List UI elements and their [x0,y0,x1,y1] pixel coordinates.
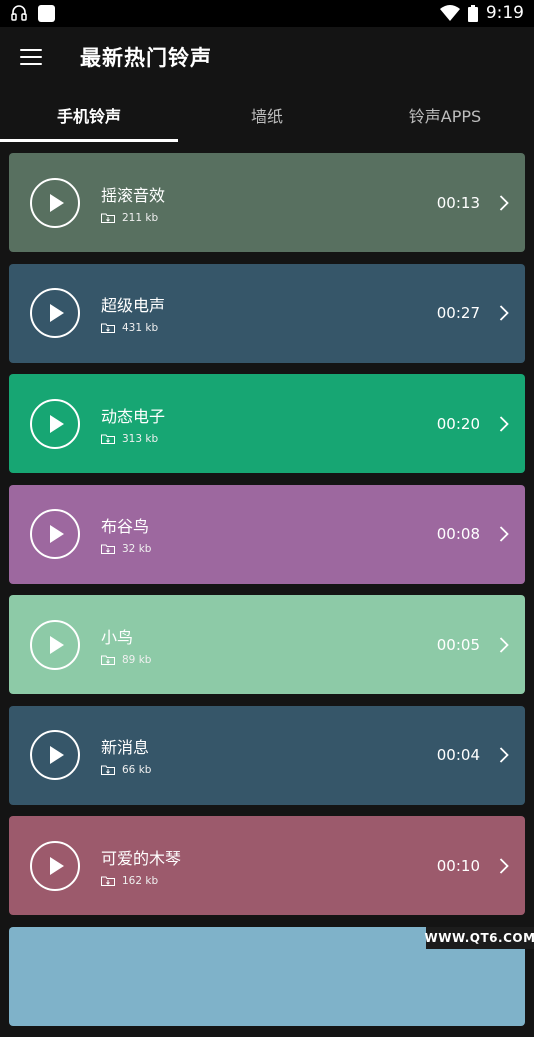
ringtone-item[interactable]: 摇滚音效 211 kb 00:13 [9,153,525,252]
tab-bar: 手机铃声 墙纸 铃声APPS [0,87,534,142]
chevron-right-icon[interactable] [499,305,509,321]
play-icon[interactable] [30,619,80,670]
ringtone-info: 动态电子 313 kb [101,403,165,445]
ringtone-duration: 00:20 [436,414,480,433]
ringtone-item[interactable]: 新消息 66 kb 00:04 [9,705,525,805]
ringtone-name: 布谷鸟 [101,517,150,536]
chevron-right-icon[interactable] [499,636,509,653]
folder-icon [101,434,115,444]
ringtone-name: 可爱的木琴 [101,848,182,868]
ringtone-info: 超级电声 431 kb [101,292,165,334]
ringtone-size: 66 kb [101,764,151,776]
battery-icon [467,4,478,22]
ringtone-name: 小鸟 [101,627,134,647]
ringtone-item[interactable]: 超级电声 431 kb 00:27 [9,263,525,363]
play-icon[interactable] [30,730,80,780]
tab-ringtones[interactable]: 手机铃声 [0,87,178,142]
chevron-right-icon[interactable] [499,194,509,211]
watermark: WWW.QT6.COM [424,927,534,949]
tab-ringtone-apps[interactable]: 铃声APPS [356,87,534,142]
folder-icon [101,655,115,665]
ringtone-name: 摇滚音效 [101,185,166,205]
chevron-right-icon[interactable] [499,415,509,432]
ringtone-size-label: 211 kb [122,211,159,224]
ringtone-duration: 00:05 [436,635,480,654]
ringtone-name: 超级电声 [101,296,166,315]
ringtone-size-label: 313 kb [122,432,159,445]
ringtone-info: 可爱的木琴 162 kb [101,845,181,887]
ringtone-info: 摇滚音效 211 kb [101,182,165,224]
ringtone-size: 313 kb [101,433,165,445]
ringtone-duration: 00:13 [436,193,480,212]
ringtone-size: 211 kb [101,212,165,224]
folder-icon [101,323,115,333]
chevron-right-icon[interactable] [499,857,509,874]
ringtone-list: 摇滚音效 211 kb 00:13 超级电声 431 kb 00:27 动态电子 313 kb… [9,153,525,1037]
ringtone-info: 新消息 66 kb [101,734,151,776]
ringtone-name: 动态电子 [101,406,166,426]
play-icon[interactable] [30,398,80,449]
play-icon[interactable] [30,177,80,228]
ringtone-size-label: 431 kb [122,322,159,334]
play-icon[interactable] [30,840,80,891]
ringtone-size: 431 kb [101,322,165,334]
ringtone-size: 89 kb [101,654,151,666]
app-bar: 最新热门铃声 [0,27,534,87]
chevron-right-icon[interactable] [499,747,509,763]
ringtone-size-label: 32 kb [122,543,152,555]
folder-icon [101,765,115,775]
tab-wallpapers[interactable]: 墙纸 [178,87,356,142]
folder-icon [101,213,115,223]
play-icon[interactable] [30,509,80,559]
wifi-icon [439,5,460,21]
ringtone-duration: 00:08 [436,525,480,543]
status-bar: 9:19 [0,0,534,27]
ringtone-info: 小鸟 89 kb [101,624,151,666]
app-notification-icon [38,4,55,22]
headset-notification-icon [11,5,27,21]
ringtone-item[interactable]: 动态电子 313 kb 00:20 [9,374,525,473]
chevron-right-icon[interactable] [499,526,509,542]
ringtone-duration: 00:10 [436,856,480,875]
ringtone-size-label: 89 kb [122,653,152,666]
page-title: 最新热门铃声 [80,46,212,70]
ringtone-info: 布谷鸟 32 kb [101,513,151,555]
play-icon[interactable] [30,288,80,338]
ringtone-item[interactable]: 小鸟 89 kb 00:05 [9,595,525,694]
ringtone-item[interactable]: 可爱的木琴 162 kb 00:10 [9,816,525,915]
ringtone-size: 162 kb [101,875,181,887]
ringtone-duration: 00:04 [436,746,480,764]
menu-icon[interactable] [20,49,42,65]
ringtone-item[interactable]: 布谷鸟 32 kb 00:08 [9,484,525,584]
ringtone-size: 32 kb [101,543,151,555]
ringtone-name: 新消息 [101,738,150,757]
folder-icon [101,544,115,554]
ringtone-size-label: 66 kb [122,764,152,776]
status-time: 9:19 [485,3,524,23]
ringtone-size-label: 162 kb [122,874,159,887]
ringtone-duration: 00:27 [436,304,480,322]
folder-icon [101,876,115,886]
